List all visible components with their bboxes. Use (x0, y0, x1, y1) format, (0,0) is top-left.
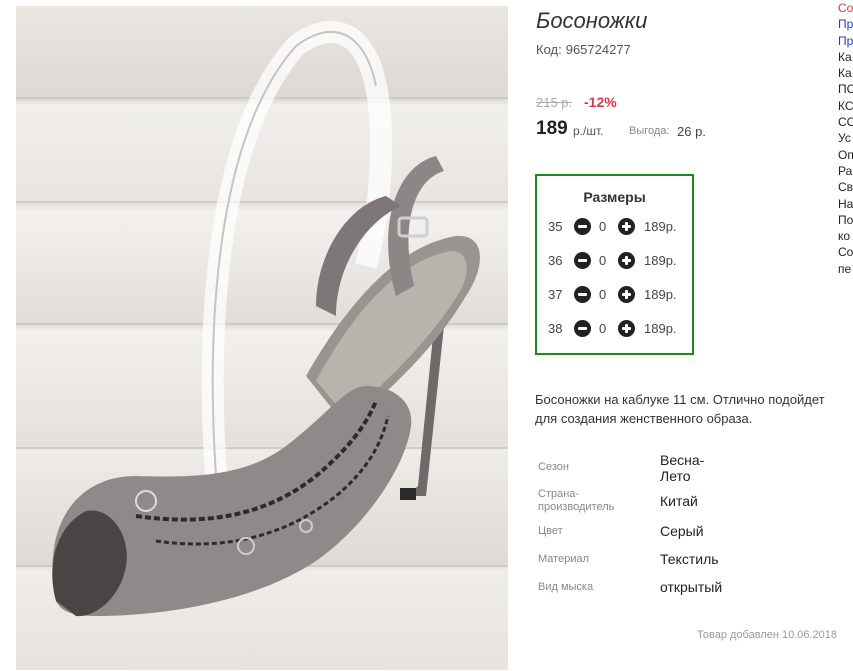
size-row: 35 0 189р. (537, 217, 692, 237)
attr-value-season: Весна- Лето (660, 452, 705, 484)
decrement-button[interactable] (574, 286, 591, 303)
size-value: 36 (548, 253, 563, 268)
sidebar-item: Ра (838, 163, 853, 178)
attr-label-color: Цвет (538, 525, 563, 537)
product-code-label: Код: (536, 42, 562, 57)
sidebar-item: Со (838, 245, 853, 260)
attr-label-material: Материал (538, 553, 589, 565)
sidebar-item: На (838, 196, 853, 211)
description-line: для создания женственного образа. (535, 411, 753, 426)
sidebar-link[interactable]: Пр (838, 33, 853, 49)
quantity-value: 0 (599, 253, 607, 268)
minus-icon (578, 293, 587, 296)
attr-label-toe: Вид мыска (538, 581, 594, 593)
price-unit: р./шт. (573, 124, 604, 138)
product-title: Босоножки (536, 8, 648, 33)
quantity-value: 0 (599, 287, 607, 302)
product-code: Код: 965724277 (536, 42, 631, 57)
sizes-title: Размеры (583, 189, 646, 205)
decrement-button[interactable] (574, 320, 591, 337)
attr-label-country: Страна- производитель (538, 488, 615, 513)
sidebar-item: пе (838, 261, 852, 276)
benefit-value: 26 р. (677, 124, 706, 139)
increment-button[interactable] (618, 286, 635, 303)
increment-button[interactable] (618, 252, 635, 269)
old-price: 215 р. (536, 95, 573, 110)
quantity-value: 0 (599, 321, 607, 336)
sidebar-item: Оп (838, 147, 853, 162)
sidebar-item: Ка (838, 49, 852, 64)
sidebar-item: Св (838, 180, 853, 195)
discount-badge: -12% (584, 94, 617, 110)
minus-icon (578, 259, 587, 262)
size-value: 35 (548, 219, 563, 234)
sidebar-item: КС (838, 98, 853, 113)
attr-value-material: Текстиль (660, 551, 719, 567)
attr-value-toe: открытый (660, 579, 723, 595)
attr-label-season: Сезон (538, 461, 569, 473)
sidebar-item: ко (838, 229, 851, 244)
size-price: 189р. (644, 253, 677, 268)
size-price: 189р. (644, 321, 677, 336)
minus-icon (578, 225, 587, 228)
size-value: 37 (548, 287, 563, 302)
sidebar-item: По (838, 212, 853, 227)
increment-button[interactable] (618, 218, 635, 235)
sidebar-item: СС (838, 115, 853, 130)
shoe-illustration (16, 20, 508, 617)
decrement-button[interactable] (574, 218, 591, 235)
sizes-box: Размеры 35 0 189р. 36 0 189р. 37 0 189р.… (535, 174, 694, 355)
decrement-button[interactable] (574, 252, 591, 269)
sidebar-item: Ус (838, 131, 851, 146)
product-description: Босоножки на каблуке 11 см. Отлично подо… (535, 390, 853, 428)
size-row: 37 0 189р. (537, 285, 692, 305)
sidebar-item[interactable]: Со (838, 0, 853, 16)
sidebar-item: Ка (838, 66, 852, 81)
sidebar-item: ПС (838, 82, 853, 97)
product-code-value: 965724277 (565, 42, 631, 57)
current-price: 189 (536, 118, 568, 139)
benefit-label: Выгода: (629, 125, 670, 137)
size-row: 36 0 189р. (537, 251, 692, 271)
increment-button[interactable] (618, 320, 635, 337)
sidebar-link[interactable]: Пр (838, 16, 853, 32)
size-value: 38 (548, 321, 563, 336)
attr-value-country: Китай (660, 493, 698, 509)
description-line: Босоножки на каблуке 11 см. Отлично подо… (535, 392, 825, 407)
quantity-value: 0 (599, 219, 607, 234)
product-photo[interactable] (16, 6, 508, 670)
right-sidebar: Со Пр Пр Ка Ка ПС КС СС Ус Оп Ра Св На П… (838, 0, 853, 277)
minus-icon (578, 327, 587, 330)
size-row: 38 0 189р. (537, 319, 692, 339)
size-price: 189р. (644, 219, 677, 234)
size-price: 189р. (644, 287, 677, 302)
added-date: Товар добавлен 10.06.2018 (697, 629, 838, 641)
attr-value-color: Серый (660, 523, 704, 539)
